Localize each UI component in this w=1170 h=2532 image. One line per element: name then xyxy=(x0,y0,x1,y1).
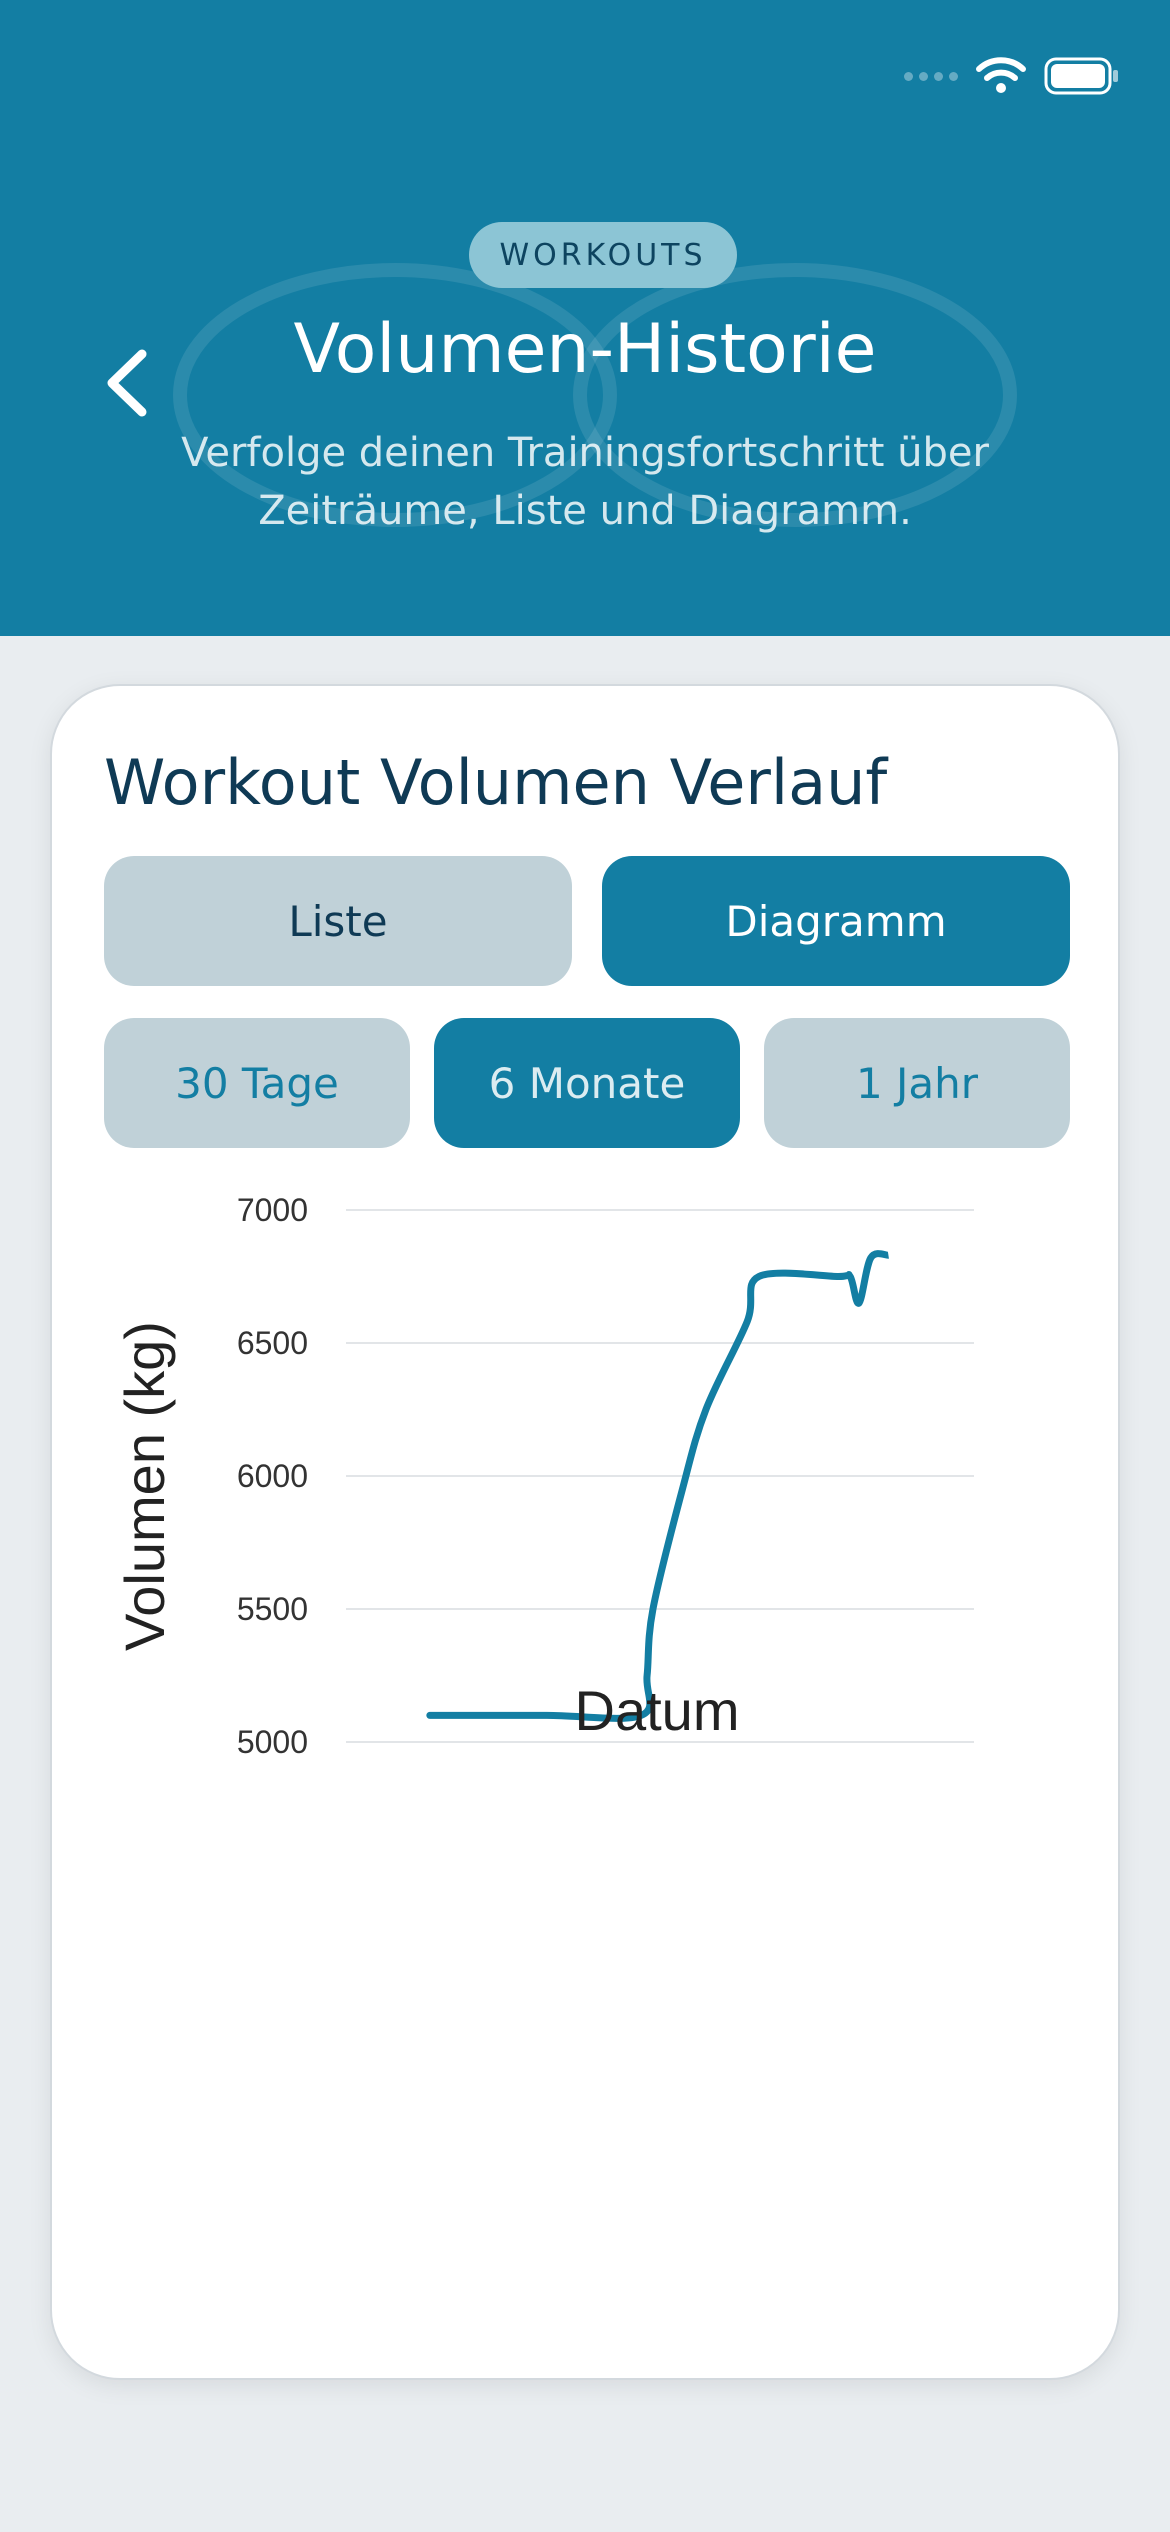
y-axis-ticks: 5000 5500 6000 6500 7000 xyxy=(237,1192,308,1760)
x-tick-label: 12.03 xyxy=(814,1785,896,1786)
header: WORKOUTS Volumen-Historie Verfolge deine… xyxy=(0,0,1170,636)
battery-icon xyxy=(1044,57,1118,95)
x-tick-label: 01.01 xyxy=(605,1785,687,1786)
range-6-months-button[interactable]: 6 Monate xyxy=(434,1018,740,1148)
x-tick-label: 16.04 xyxy=(917,1785,999,1786)
y-tick-label: 5000 xyxy=(237,1724,308,1760)
page-subtitle: Verfolge deinen Trainingsfortschritt übe… xyxy=(181,430,989,534)
y-tick-label: 6000 xyxy=(237,1458,308,1494)
y-tick-label: 7000 xyxy=(237,1192,308,1228)
view-list-button[interactable]: Liste xyxy=(104,856,572,986)
range-30-days-button[interactable]: 30 Tage xyxy=(104,1018,410,1148)
y-tick-label: 5500 xyxy=(237,1591,308,1627)
category-badge: WORKOUTS xyxy=(469,222,737,288)
chart-grid xyxy=(346,1209,974,1743)
x-tick-label: 05.02 xyxy=(708,1785,790,1786)
range-1-year-button[interactable]: 1 Jahr xyxy=(764,1018,1070,1148)
volume-line-chart: 5000 5500 6000 6500 7000 23.10 27.11 01.01 05.0… xyxy=(113,1192,999,1786)
volume-card: Workout Volumen Verlauf Liste Diagramm 3… xyxy=(50,684,1120,2380)
y-axis-label: Volumen (kg) xyxy=(113,1321,176,1651)
x-tick-label: 27.11 xyxy=(502,1785,582,1786)
page-title: Volumen-Historie xyxy=(293,310,877,389)
chart-series xyxy=(426,1250,889,1722)
x-axis-ticks: 23.10 27.11 01.01 05.02 12.03 16.04 xyxy=(399,1785,999,1786)
view-chart-button[interactable]: Diagramm xyxy=(602,856,1070,986)
cellular-signal-icon xyxy=(904,71,958,81)
wifi-icon xyxy=(976,57,1026,93)
y-tick-label: 6500 xyxy=(237,1325,308,1361)
card-title: Workout Volumen Verlauf xyxy=(104,746,888,819)
status-bar xyxy=(904,52,1120,100)
x-tick-label: 23.10 xyxy=(399,1785,481,1786)
volume-series-line xyxy=(426,1250,889,1722)
x-axis-label: Datum xyxy=(575,1679,740,1742)
